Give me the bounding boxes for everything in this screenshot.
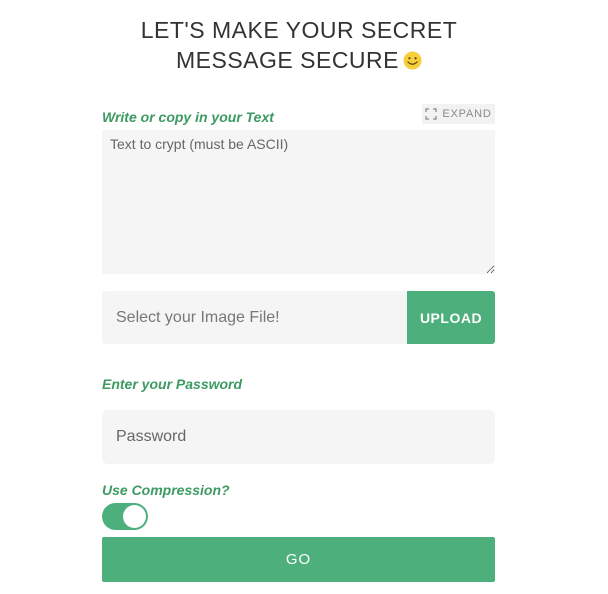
password-label: Enter your Password [102, 376, 243, 392]
text-input-label: Write or copy in your Text [102, 109, 274, 125]
title-line-2: MESSAGE SECURE [176, 47, 399, 73]
password-input[interactable] [102, 410, 495, 464]
image-file-picker: Select your Image File! UPLOAD [102, 291, 495, 344]
compression-label: Use Compression? [102, 482, 230, 498]
title-line-2-wrapper: MESSAGE SECURE [0, 45, 598, 75]
go-button[interactable]: GO [102, 537, 495, 582]
smiley-face-icon [403, 47, 422, 70]
page-title: LET'S MAKE YOUR SECRET MESSAGE SECURE [0, 15, 598, 75]
image-file-placeholder: Select your Image File! [116, 308, 280, 326]
toggle-knob [123, 505, 146, 528]
title-line-1: LET'S MAKE YOUR SECRET [140, 17, 458, 43]
compression-toggle[interactable] [102, 503, 148, 530]
expand-label: EXPAND [442, 108, 492, 120]
encrypt-form-page: LET'S MAKE YOUR SECRET MESSAGE SECURE Wr… [0, 0, 608, 594]
image-file-field[interactable]: Select your Image File! [102, 291, 407, 344]
upload-button[interactable]: UPLOAD [407, 291, 495, 344]
secret-text-input[interactable] [102, 130, 495, 274]
expand-button[interactable]: EXPAND [422, 104, 495, 124]
expand-arrows-icon [425, 108, 438, 120]
